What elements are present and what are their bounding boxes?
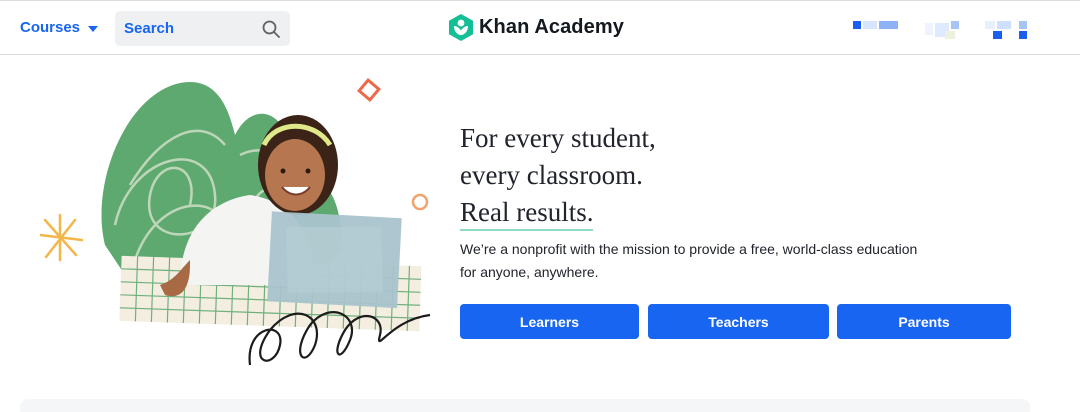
search-icon bbox=[262, 20, 280, 38]
brand-name: Khan Academy bbox=[479, 16, 624, 38]
account-control-3[interactable] bbox=[985, 19, 1030, 39]
search-input[interactable]: Search bbox=[115, 11, 290, 46]
headline-line-1: For every student, bbox=[460, 123, 656, 153]
subtitle-line-1: We’re a nonprofit with the mission to pr… bbox=[460, 241, 918, 257]
chevron-down-icon bbox=[88, 25, 99, 32]
courses-label: Courses bbox=[20, 19, 81, 36]
account-control-2[interactable] bbox=[925, 19, 961, 39]
parents-button[interactable]: Parents bbox=[837, 304, 1011, 339]
account-control-1[interactable] bbox=[853, 19, 898, 39]
top-nav: Courses Search Khan Academy bbox=[0, 0, 1080, 55]
hero-subtitle: We’re a nonprofit with the mission to pr… bbox=[460, 238, 940, 284]
teachers-button[interactable]: Teachers bbox=[648, 304, 829, 339]
subtitle-line-2: for anyone, anywhere. bbox=[460, 264, 599, 280]
learners-button[interactable]: Learners bbox=[460, 304, 639, 339]
brand-logo-link[interactable]: Khan Academy bbox=[449, 14, 624, 41]
search-placeholder: Search bbox=[124, 20, 175, 37]
hero-headline: For every student, every classroom. Real… bbox=[460, 120, 656, 231]
hero-illustration bbox=[40, 78, 431, 366]
courses-menu-button[interactable]: Courses bbox=[20, 19, 99, 36]
khan-academy-logo-icon bbox=[449, 14, 473, 41]
headline-line-3: Real results. bbox=[460, 197, 594, 231]
headline-line-2: every classroom. bbox=[460, 160, 643, 190]
next-section-card bbox=[20, 399, 1030, 412]
